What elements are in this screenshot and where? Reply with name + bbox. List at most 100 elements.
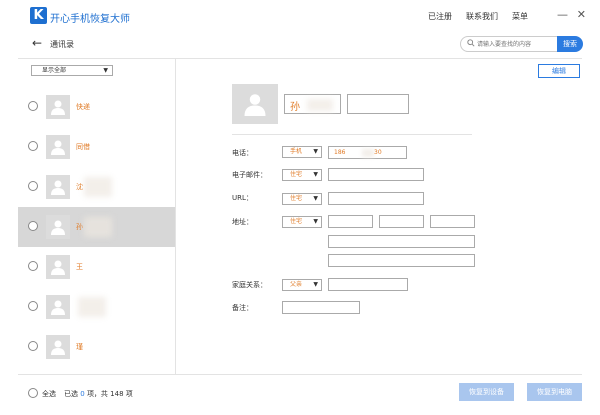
address-label: 地址：: [232, 218, 253, 226]
chevron-down-icon: ▼: [313, 195, 318, 202]
close-icon[interactable]: ✕: [577, 8, 586, 21]
relation-type-select[interactable]: 父亲 ▼: [282, 279, 322, 291]
phone-type-value: 手机: [290, 148, 303, 155]
phone-value: 186: [334, 149, 346, 156]
restore-to-device-button[interactable]: 恢复到设备: [459, 383, 514, 401]
app-logo-icon: K: [30, 7, 47, 24]
nav-bar: ← 通讯录 搜索: [24, 34, 584, 54]
contact-name: 沈: [76, 183, 83, 191]
address-field-5[interactable]: [328, 254, 475, 267]
list-item[interactable]: [18, 287, 175, 327]
relation-field[interactable]: [328, 278, 408, 291]
list-item[interactable]: 快递: [18, 87, 175, 127]
address-field-3[interactable]: [430, 215, 475, 228]
contact-name: 快递: [76, 103, 90, 111]
page-title: 通讯录: [50, 40, 74, 49]
contact-radio[interactable]: [28, 301, 38, 311]
chevron-down-icon: ▼: [313, 148, 318, 155]
contact-list-panel: 显示全部 ▼ 快递 同借 沈 孙 王 瑾: [18, 59, 176, 374]
email-type-value: 住宅: [290, 171, 303, 178]
chevron-down-icon: ▼: [103, 67, 108, 74]
avatar: [46, 95, 70, 119]
search-box: [460, 36, 558, 52]
edit-button[interactable]: 编辑: [538, 64, 580, 78]
email-field[interactable]: [328, 168, 424, 181]
contact-avatar: [232, 84, 278, 124]
avatar: [46, 135, 70, 159]
privacy-blur: [78, 297, 106, 317]
first-name-value: 孙: [290, 102, 300, 113]
contact-name: 瑾: [76, 343, 83, 351]
avatar: [46, 175, 70, 199]
privacy-blur: [84, 217, 112, 237]
email-label: 电子邮件：: [232, 171, 267, 179]
address-type-value: 住宅: [290, 218, 303, 225]
contact-us-link[interactable]: 联系我们: [466, 11, 498, 22]
relation-label: 家庭关系：: [232, 281, 267, 289]
search-button[interactable]: 搜索: [557, 36, 583, 52]
contact-radio[interactable]: [28, 341, 38, 351]
select-all-radio[interactable]: [28, 388, 38, 398]
chevron-down-icon: ▼: [313, 281, 318, 288]
contact-radio[interactable]: [28, 101, 38, 111]
url-type-select[interactable]: 住宅 ▼: [282, 193, 322, 205]
phone-field[interactable]: 186 30: [328, 146, 407, 159]
url-type-value: 住宅: [290, 195, 303, 202]
registered-link[interactable]: 已注册: [428, 11, 452, 22]
list-item[interactable]: [18, 367, 175, 374]
contact-name: 王: [76, 263, 83, 271]
contact-radio[interactable]: [28, 181, 38, 191]
filter-selected-value: 显示全部: [42, 67, 67, 74]
last-name-field[interactable]: [347, 94, 409, 114]
title-bar-links: 已注册 联系我们 菜单: [428, 11, 528, 22]
select-all-label[interactable]: 全选: [42, 389, 56, 399]
minimize-icon[interactable]: —: [557, 8, 568, 21]
selected-prefix: 已选: [64, 390, 78, 398]
contact-name: 孙: [76, 223, 83, 231]
selected-count: 0: [80, 390, 85, 398]
avatar: [46, 215, 70, 239]
note-label: 备注：: [232, 304, 253, 312]
app-title: 开心手机恢复大师: [50, 14, 130, 25]
url-field[interactable]: [328, 192, 424, 205]
relation-type-value: 父亲: [290, 281, 303, 288]
chevron-down-icon: ▼: [313, 218, 318, 225]
list-item[interactable]: 沈: [18, 167, 175, 207]
phone-value-tail: 30: [374, 149, 382, 156]
list-item[interactable]: 孙: [18, 207, 175, 247]
restore-to-pc-button[interactable]: 恢复到电脑: [527, 383, 582, 401]
total-count-text: 项，共 148 项: [86, 390, 133, 398]
contact-radio[interactable]: [28, 221, 38, 231]
url-label: URL：: [232, 194, 253, 202]
chevron-down-icon: ▼: [313, 171, 318, 178]
menu-link[interactable]: 菜单: [512, 11, 528, 22]
email-type-select[interactable]: 住宅 ▼: [282, 169, 322, 181]
title-bar: K 开心手机恢复大师 已注册 联系我们 菜单 — ✕: [8, 6, 592, 26]
privacy-blur: [307, 99, 333, 111]
back-arrow-icon[interactable]: ←: [32, 36, 42, 50]
selection-status: 已选 0 项，共 148 项: [64, 389, 133, 399]
address-field-4[interactable]: [328, 235, 475, 248]
search-input[interactable]: [477, 39, 555, 50]
search-icon: [467, 39, 475, 49]
address-type-select[interactable]: 住宅 ▼: [282, 216, 322, 228]
phone-type-select[interactable]: 手机 ▼: [282, 146, 322, 158]
avatar: [46, 335, 70, 359]
privacy-blur: [84, 177, 112, 197]
list-item[interactable]: 王: [18, 247, 175, 287]
contact-name: 同借: [76, 143, 90, 151]
avatar: [46, 255, 70, 279]
detail-divider: [232, 134, 472, 135]
contact-radio[interactable]: [28, 261, 38, 271]
avatar: [46, 295, 70, 319]
first-name-field[interactable]: 孙: [284, 94, 341, 114]
privacy-blur: [362, 149, 374, 157]
filter-dropdown[interactable]: 显示全部 ▼: [31, 65, 113, 76]
footer-divider: [18, 374, 582, 375]
contact-radio[interactable]: [28, 141, 38, 151]
list-item[interactable]: 同借: [18, 127, 175, 167]
address-field-2[interactable]: [379, 215, 424, 228]
note-field[interactable]: [282, 301, 360, 314]
list-item[interactable]: 瑾: [18, 327, 175, 367]
address-field-1[interactable]: [328, 215, 373, 228]
